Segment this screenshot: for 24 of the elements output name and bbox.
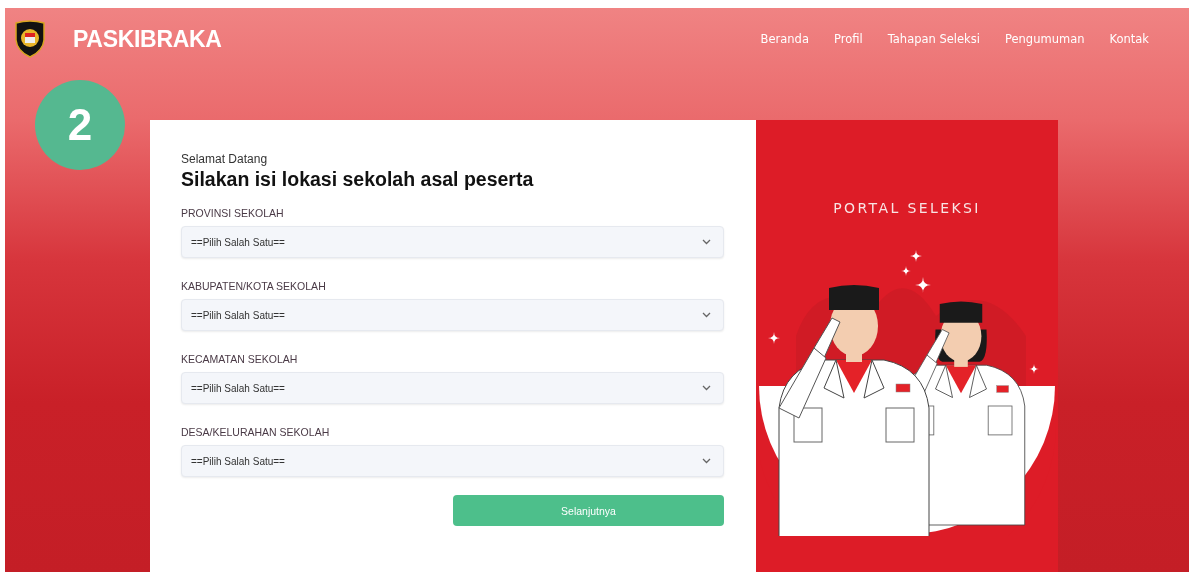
brand-title: PASKIBRAKA [73,25,222,53]
step-badge: 2 [35,80,125,170]
shield-logo-icon [13,20,47,58]
field-label: DESA/KELURAHAN SEKOLAH [181,426,331,438]
dropdown-field[interactable]: ==Pilih Salah Satu== [181,299,724,331]
field-label: KABUPATEN/KOTA SEKOLAH [181,280,327,292]
dropdown-field[interactable]: ==Pilih Salah Satu== [181,372,724,404]
field-label: KECAMATAN SEKOLAH [181,353,299,365]
nav-link[interactable]: Kontak [1109,32,1149,46]
field-label: PROVINSI SEKOLAH [181,207,285,219]
dropdown-field[interactable]: ==Pilih Salah Satu== [181,445,724,477]
dropdown-field[interactable]: ==Pilih Salah Satu== [181,226,724,258]
greeting-text: Selamat Datang [181,152,269,166]
nav-link[interactable]: Profil [834,32,863,46]
nav-link[interactable]: Tahapan Seleksi [887,32,980,46]
nav-link[interactable]: Beranda [760,32,809,46]
nav-link[interactable]: Pengumuman [1004,32,1085,46]
chevron-down-icon [702,458,711,464]
chevron-down-icon [702,312,711,318]
chevron-down-icon [702,385,711,391]
chevron-down-icon [702,239,711,245]
next-button[interactable]: Selanjutnya [453,495,724,526]
banner-title: PORTAL SELEKSI [833,200,981,216]
form-heading: Silakan isi lokasi sekolah asal peserta [181,168,535,191]
